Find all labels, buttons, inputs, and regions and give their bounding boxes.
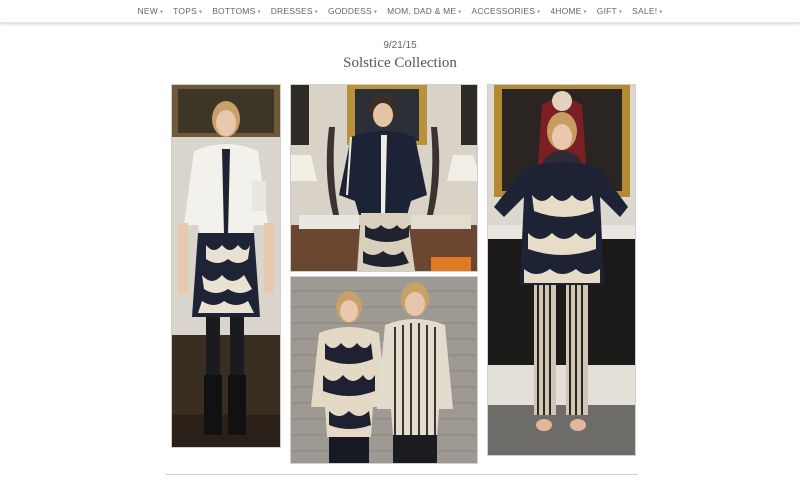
nav-item-accessories[interactable]: ACCESSORIES ▾ [471, 6, 540, 16]
nav-item-label: 4HOME [550, 6, 582, 16]
nav-item-label: MOM, DAD & ME [387, 6, 457, 16]
nav-item-sale[interactable]: SALE! ▾ [632, 6, 662, 16]
nav-item-label: DRESSES [270, 6, 313, 16]
nav-item-goddess[interactable]: GODDESS ▾ [328, 6, 377, 16]
chevron-down-icon: ▾ [458, 9, 462, 15]
model-in-navy-blouse-image [291, 85, 477, 271]
collection-photo[interactable] [290, 84, 478, 272]
nav-item-bottoms[interactable]: BOTTOMS ▾ [212, 6, 261, 16]
nav-item-new[interactable]: NEW ▾ [138, 6, 164, 16]
chevron-down-icon: ▾ [373, 9, 378, 15]
post-date: 9/21/15 [383, 40, 417, 51]
nav-item-dresses[interactable]: DRESSES ▾ [271, 6, 318, 16]
collection-photo[interactable] [290, 276, 478, 464]
chevron-down-icon: ▾ [198, 9, 203, 15]
nav-menu: NEW ▾ TOPS ▾ BOTTOMS ▾ DRESSES ▾ GODDESS… [0, 0, 800, 22]
nav-item-label: TOPS [173, 6, 197, 16]
nav-item-4home[interactable]: 4HOME ▾ [550, 6, 586, 16]
collection-photo[interactable] [487, 84, 636, 456]
nav-item-label: GIFT [596, 6, 617, 16]
nav-item-label: SALE! [632, 6, 658, 16]
nav-item-mom-dad-me[interactable]: MOM, DAD & ME ▾ [387, 6, 461, 16]
nav-item-label: ACCESSORIES [471, 6, 536, 16]
nav-item-tops[interactable]: TOPS ▾ [173, 6, 202, 16]
top-navigation-bar: NEW ▾ TOPS ▾ BOTTOMS ▾ DRESSES ▾ GODDESS… [0, 0, 800, 23]
page-title: Solstice Collection [343, 55, 457, 71]
chevron-down-icon: ▾ [583, 9, 587, 15]
chevron-down-icon: ▾ [314, 9, 318, 15]
chevron-down-icon: ▾ [537, 9, 541, 15]
model-in-white-blouse-image [172, 85, 280, 447]
nav-item-label: BOTTOMS [212, 6, 256, 16]
chevron-down-icon: ▾ [659, 9, 663, 15]
two-models-shingle-wall-image [291, 277, 477, 463]
chevron-down-icon: ▾ [159, 9, 164, 15]
collection-photo[interactable] [171, 84, 281, 448]
chevron-down-icon: ▾ [257, 9, 261, 15]
nav-item-label: NEW [137, 6, 158, 16]
nav-item-gift[interactable]: GIFT ▾ [597, 6, 622, 16]
nav-item-label: GODDESS [327, 6, 372, 16]
model-in-printed-tunic-image [488, 85, 635, 455]
section-divider [166, 474, 638, 475]
chevron-down-icon: ▾ [618, 9, 623, 15]
